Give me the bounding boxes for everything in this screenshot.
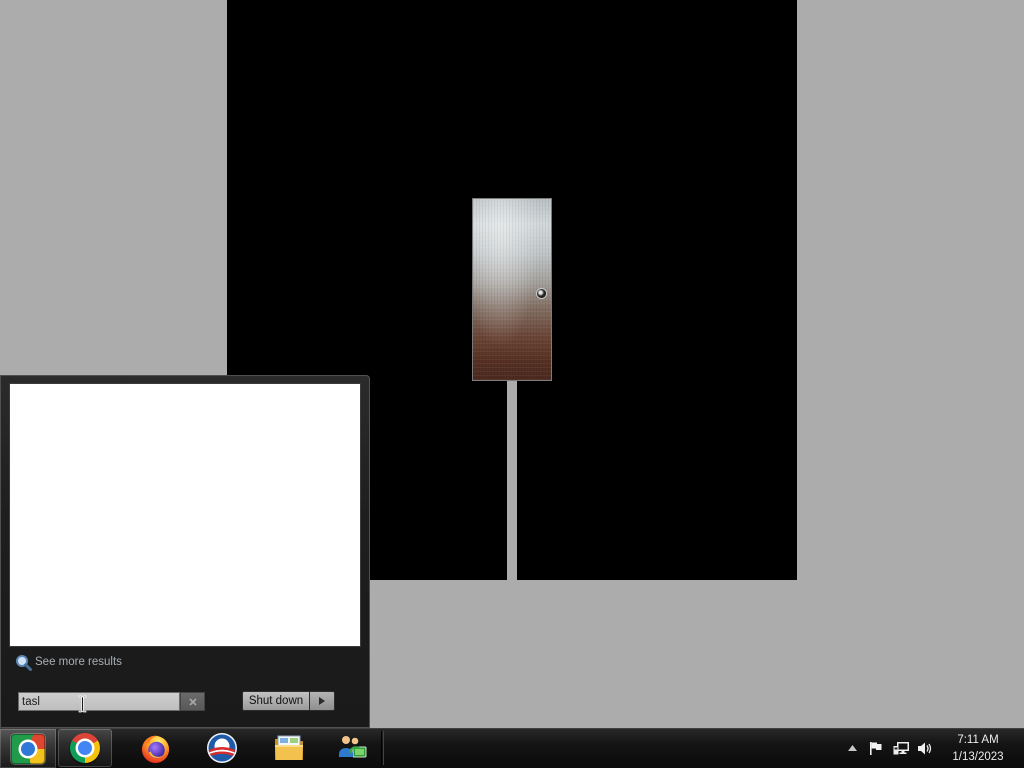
shutdown-label: Shut down: [248, 695, 304, 707]
search-icon: [15, 654, 32, 671]
firefox-icon: [140, 733, 171, 764]
taskbar: 7:11 AM 1/13/2023: [0, 728, 1024, 768]
see-more-results-label: See more results: [35, 656, 122, 668]
show-hidden-icons-icon: [847, 745, 857, 751]
circle-logo-icon: [206, 732, 238, 764]
people-icon: [336, 732, 368, 764]
door-knob: [537, 289, 546, 298]
start-button[interactable]: [0, 729, 56, 768]
taskbar-button-people[interactable]: [325, 729, 379, 767]
shutdown-options-button[interactable]: [310, 691, 335, 711]
taskbar-button-circle-logo[interactable]: [195, 729, 249, 767]
volume-icon: [917, 741, 933, 756]
volume-button[interactable]: [915, 728, 935, 768]
chrome-icon: [70, 733, 100, 763]
clear-search-icon: [188, 697, 197, 706]
text-cursor-icon: [78, 695, 87, 713]
clock[interactable]: 7:11 AM 1/13/2023: [945, 728, 1011, 768]
show-hidden-icons-button[interactable]: [842, 728, 862, 768]
network-button[interactable]: [891, 728, 911, 768]
taskbar-button-firefox[interactable]: [128, 729, 182, 767]
clock-time: 7:11 AM: [957, 734, 999, 746]
chevron-right-icon: [319, 697, 325, 705]
clear-search-button[interactable]: [180, 692, 205, 711]
taskbar-button-chrome[interactable]: [58, 729, 112, 767]
action-center-button[interactable]: [866, 728, 886, 768]
search-input[interactable]: [18, 692, 180, 711]
shutdown-button[interactable]: Shut down: [242, 691, 310, 711]
action-center-flag-icon: [869, 741, 883, 756]
start-menu: See more results Shut down: [0, 375, 370, 728]
search-results-list: [10, 384, 360, 646]
taskbar-button-file-explorer[interactable]: [262, 729, 316, 767]
clock-date: 1/13/2023: [952, 751, 1004, 763]
window-gap: [507, 381, 517, 580]
start-orb-icon: [11, 733, 45, 764]
door-image: [472, 198, 552, 381]
see-more-results-link[interactable]: See more results: [13, 653, 124, 671]
file-explorer-icon: [273, 732, 305, 764]
desktop: { "theme": { "desktop_bg": "#acacac", "w…: [0, 0, 1024, 768]
network-icon: [893, 741, 909, 756]
taskbar-separator: [381, 731, 384, 765]
